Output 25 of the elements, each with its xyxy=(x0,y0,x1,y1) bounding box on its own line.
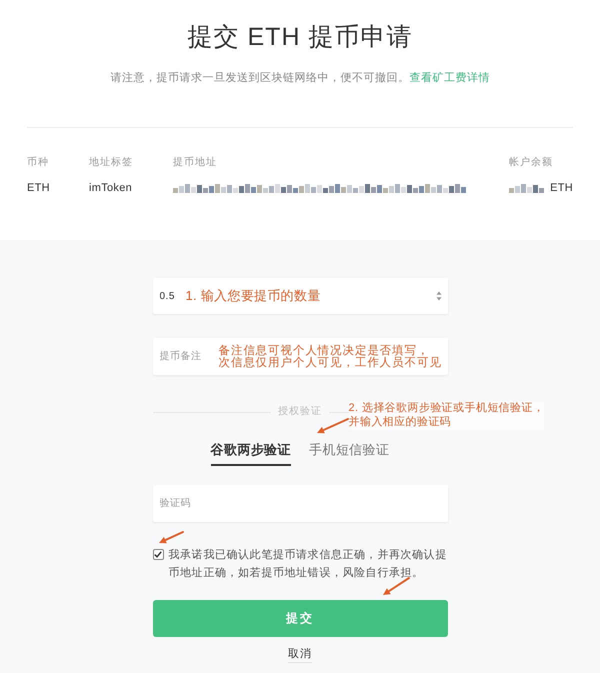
notice-text: 请注意，提币请求一旦发送到区块链网络中，便不可撤回。查看矿工费详情 xyxy=(110,70,490,86)
annotation-text: 1. 输入您要提币的数量 xyxy=(186,288,321,304)
stepper-icon[interactable] xyxy=(436,291,442,301)
agreement-checkbox[interactable] xyxy=(152,549,164,560)
code-field[interactable]: 验证码 xyxy=(152,485,448,522)
redacted-amount xyxy=(509,182,546,194)
verification-tab[interactable]: 手机短信验证 xyxy=(309,441,390,466)
agreement-text: 我承诺我已确认此笔提币请求信息正确，并再次确认提币地址正确，如若提币地址错误，风险自行承担。 xyxy=(168,548,448,581)
table-cell-text: ETH xyxy=(27,181,50,196)
column-header: 币种 xyxy=(27,156,49,170)
annotation-arrow xyxy=(382,578,408,595)
column-header: 帐户余额 xyxy=(509,156,554,170)
table-cell-text: ETH xyxy=(550,181,573,196)
annotation-arrow xyxy=(316,419,348,434)
page-title: 提交 ETH 提币申请 xyxy=(188,22,412,52)
column-header: 提币地址 xyxy=(173,156,217,170)
checkmark-icon xyxy=(154,551,162,558)
annotation-arrow xyxy=(158,532,182,544)
column-header: 地址标签 xyxy=(89,156,133,170)
table-cell-text: imToken xyxy=(89,181,132,196)
section-label: 授权验证 xyxy=(278,405,322,419)
cancel-button[interactable]: 取消 xyxy=(288,647,312,663)
annotation-text: 2. 选择谷歌两步验证或手机短信验证， 并输入相应的验证码 xyxy=(348,401,544,429)
verification-tab[interactable]: 谷歌两步验证 xyxy=(210,441,291,466)
annotation-text: 备注信息可视个人情况决定是否填写， 次信息仅用户个人可见，工作人员不可见 xyxy=(218,344,442,368)
